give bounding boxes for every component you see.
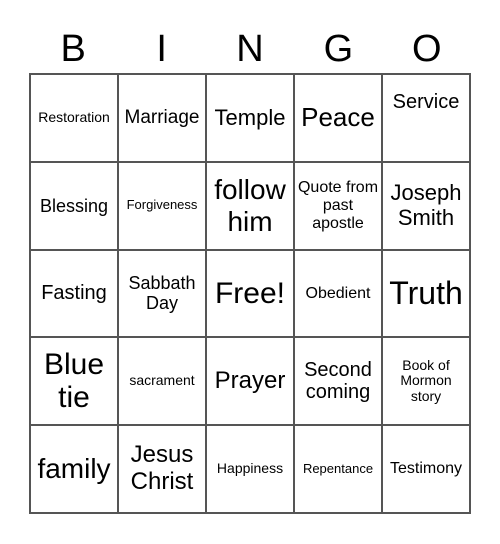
bingo-header: B I N G O [29, 26, 471, 72]
bingo-cell[interactable]: Truth [382, 249, 470, 338]
header-letter-n: N [236, 28, 264, 70]
bingo-cell[interactable]: Service [382, 74, 470, 162]
bingo-cell[interactable]: Restoration [30, 74, 118, 162]
bingo-cell[interactable]: Temple [206, 74, 294, 162]
bingo-cell[interactable]: Fasting [30, 249, 118, 338]
bingo-cell[interactable]: Blue tie [30, 337, 118, 426]
header-letter-i: I [156, 28, 167, 70]
bingo-cell[interactable]: Book of Mormon story [382, 337, 470, 426]
bingo-card: Restoration Marriage Temple Peace Servic… [29, 73, 471, 514]
bingo-cell[interactable]: sacrament [118, 337, 206, 426]
bingo-cell[interactable]: Testimony [382, 425, 470, 513]
free-space[interactable]: Free! [206, 249, 294, 338]
bingo-cell[interactable]: Forgiveness [118, 161, 206, 250]
header-letter-b: B [60, 28, 86, 70]
bingo-cell[interactable]: Sabbath Day [118, 249, 206, 338]
header-letter-g: G [323, 28, 354, 70]
bingo-cell[interactable]: family [30, 425, 118, 513]
header-letter-o: O [412, 28, 442, 70]
bingo-cell[interactable]: follow him [206, 161, 294, 250]
bingo-cell[interactable]: Joseph Smith [382, 161, 470, 250]
bingo-cell[interactable]: Obedient [294, 249, 382, 338]
bingo-cell[interactable]: Marriage [118, 74, 206, 162]
bingo-cell[interactable]: Jesus Christ [118, 425, 206, 513]
bingo-cell[interactable]: Happiness [206, 425, 294, 513]
bingo-cell[interactable]: Prayer [206, 337, 294, 426]
bingo-cell[interactable]: Peace [294, 74, 382, 162]
bingo-cell[interactable]: Repentance [294, 425, 382, 513]
bingo-cell[interactable]: Blessing [30, 161, 118, 250]
bingo-cell[interactable]: Quote from past apostle [294, 161, 382, 250]
bingo-cell[interactable]: Second coming [294, 337, 382, 426]
